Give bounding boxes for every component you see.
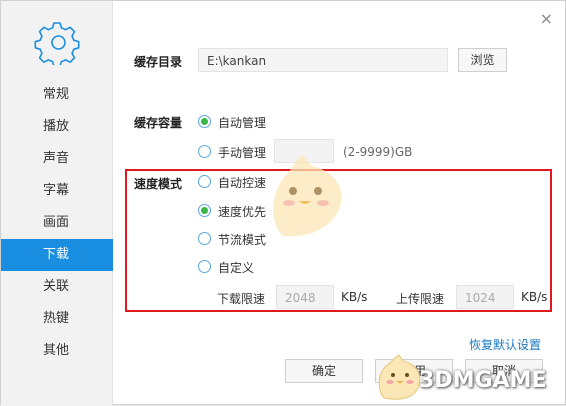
sidebar-item-subtitles[interactable]: 字幕 [1,175,113,207]
cache-manual-label: 手动管理 [218,146,267,160]
sidebar-item-download[interactable]: 下载 [1,239,113,271]
cache-dir-label: 缓存目录 [134,55,183,69]
sidebar-item-playback[interactable]: 播放 [1,111,113,143]
gear-icon [34,22,80,65]
sidebar-nav: 常规 播放 声音 字幕 画面 下载 关联 热键 其他 [1,79,113,367]
sidebar-item-general[interactable]: 常规 [1,79,113,111]
download-settings-panel: 缓存目录 E:\kankan 浏览 缓存容量 自动管理 手动管理 (2-9999… [113,1,565,404]
watermark: 3DMGAME [376,354,566,404]
cache-capacity-label: 缓存容量 [134,116,183,130]
sidebar-item-hotkeys[interactable]: 热键 [1,303,113,335]
cache-dir-input[interactable]: E:\kankan [198,48,448,72]
sidebar-item-picture[interactable]: 画面 [1,207,113,239]
watermark-text: 3DMGAME [419,368,547,393]
sidebar-item-sound[interactable]: 声音 [1,143,113,175]
settings-window: 常规 播放 声音 字幕 画面 下载 关联 热键 其他 × 缓存目录 E:\kan… [0,0,566,406]
watermark-mascot-icon [378,354,421,400]
sidebar: 常规 播放 声音 字幕 画面 下载 关联 热键 其他 [1,1,113,406]
mascot-image [273,155,342,237]
sidebar-item-other[interactable]: 其他 [1,335,113,367]
cache-auto-label: 自动管理 [218,116,267,130]
browse-button[interactable]: 浏览 [458,48,507,72]
cache-range-label: (2-9999)GB [343,145,413,159]
sidebar-item-association[interactable]: 关联 [1,271,113,303]
ok-button[interactable]: 确定 [285,359,363,383]
restore-defaults-link[interactable]: 恢复默认设置 [469,336,541,353]
cache-manual-radio[interactable] [198,145,211,158]
cache-auto-radio[interactable] [198,115,211,128]
